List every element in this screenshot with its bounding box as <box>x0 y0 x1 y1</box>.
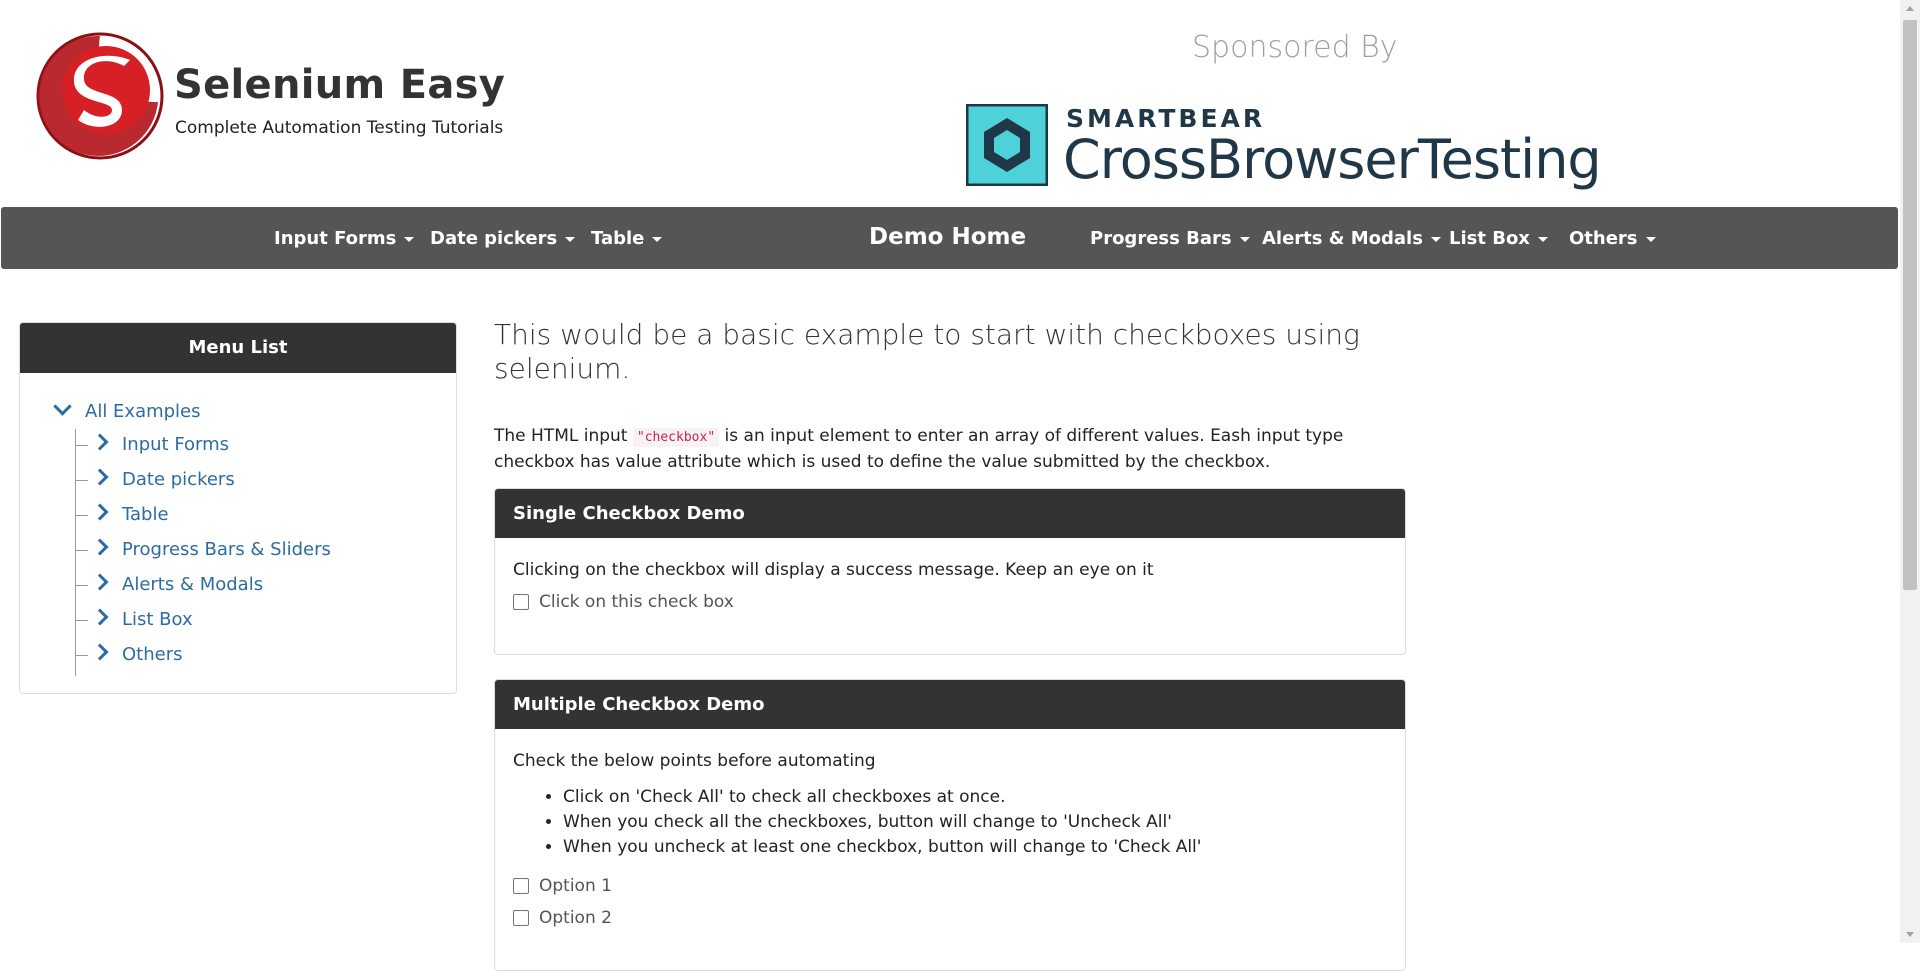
caret-down-icon <box>565 236 576 242</box>
sidebar-item-progress-bars-sliders[interactable]: Progress Bars & Sliders <box>76 538 331 560</box>
option-1-label: Option 1 <box>539 876 612 896</box>
option-2-label: Option 2 <box>539 908 612 928</box>
chevron-right-icon <box>91 503 109 521</box>
nav-list-box[interactable]: List Box <box>1449 228 1548 249</box>
nav-alerts-modals[interactable]: Alerts & Modals <box>1262 228 1441 249</box>
sidebar-item-alerts-modals[interactable]: Alerts & Modals <box>76 573 263 595</box>
option-2-checkbox[interactable] <box>513 910 529 926</box>
menu-list-header: Menu List <box>20 323 456 373</box>
single-checkbox-row[interactable]: Click on this check box <box>513 592 1387 612</box>
sidebar-item-list-box[interactable]: List Box <box>76 608 193 630</box>
list-item: Click on 'Check All' to check all checkb… <box>563 785 1387 810</box>
multiple-checkbox-description: Check the below points before automating <box>513 751 876 771</box>
multiple-checkbox-title: Multiple Checkbox Demo <box>495 680 1405 729</box>
sidebar-item-input-forms[interactable]: Input Forms <box>76 433 229 455</box>
option-2-row[interactable]: Option 2 <box>513 908 1387 928</box>
menu-list-panel: Menu List All Examples Input Forms Date … <box>19 322 457 694</box>
nav-input-forms[interactable]: Input Forms <box>274 228 415 249</box>
caret-down-icon <box>1239 236 1250 242</box>
caret-down-icon <box>652 236 663 242</box>
nav-table[interactable]: Table <box>591 228 663 249</box>
single-checkbox-title: Single Checkbox Demo <box>495 489 1405 538</box>
chevron-right-icon <box>91 608 109 626</box>
site-tagline: Complete Automation Testing Tutorials <box>175 118 504 138</box>
sponsor-product[interactable]: CrossBrowserTesting <box>1063 128 1602 191</box>
sidebar-item-table[interactable]: Table <box>76 503 169 525</box>
single-checkbox-panel: Single Checkbox Demo Clicking on the che… <box>494 488 1406 655</box>
main-navbar: Input Forms Date pickers Table Demo Home… <box>1 207 1898 269</box>
selenium-easy-logo-icon[interactable] <box>36 32 164 160</box>
sidebar-item-date-pickers[interactable]: Date pickers <box>76 468 235 490</box>
chevron-right-icon <box>91 643 109 661</box>
tree-root-all-examples[interactable]: All Examples <box>53 397 201 422</box>
single-checkbox-description: Clicking on the checkbox will display a … <box>513 560 1154 580</box>
page-scrollbar[interactable] <box>1900 0 1920 943</box>
caret-down-icon <box>1430 236 1441 242</box>
option-1-row[interactable]: Option 1 <box>513 876 1387 896</box>
inline-code: "checkbox" <box>632 428 720 447</box>
chevron-right-icon <box>91 538 109 556</box>
nav-progress-bars[interactable]: Progress Bars <box>1090 228 1250 249</box>
site-title[interactable]: Selenium Easy <box>174 62 505 108</box>
list-item: When you uncheck at least one checkbox, … <box>563 835 1387 860</box>
scrollbar-thumb[interactable] <box>1903 20 1917 590</box>
caret-down-icon <box>404 236 415 242</box>
option-1-checkbox[interactable] <box>513 878 529 894</box>
smartbear-logo-icon[interactable] <box>965 103 1049 187</box>
chevron-right-icon <box>91 433 109 451</box>
chevron-right-icon <box>91 468 109 486</box>
caret-down-icon <box>1645 236 1656 242</box>
intro-paragraph: The HTML input "checkbox" is an input el… <box>494 426 1344 472</box>
page-title: This would be a basic example to start w… <box>494 318 1360 385</box>
chevron-right-icon <box>91 573 109 591</box>
single-checkbox-label: Click on this check box <box>539 592 734 612</box>
nav-others[interactable]: Others <box>1569 228 1656 249</box>
list-item: When you check all the checkboxes, butto… <box>563 810 1387 835</box>
nav-demo-home[interactable]: Demo Home <box>869 224 1026 250</box>
nav-date-pickers[interactable]: Date pickers <box>430 228 576 249</box>
caret-down-icon <box>1537 236 1548 242</box>
single-checkbox[interactable] <box>513 594 529 610</box>
chevron-down-icon <box>53 397 72 416</box>
scroll-up-arrow-icon[interactable] <box>1906 6 1914 11</box>
sidebar-item-others[interactable]: Others <box>76 643 183 665</box>
instruction-list: Click on 'Check All' to check all checkb… <box>513 785 1387 860</box>
multiple-checkbox-panel: Multiple Checkbox Demo Check the below p… <box>494 679 1406 971</box>
sponsored-label: Sponsored By <box>1192 30 1398 65</box>
scroll-down-arrow-icon[interactable] <box>1906 932 1914 937</box>
